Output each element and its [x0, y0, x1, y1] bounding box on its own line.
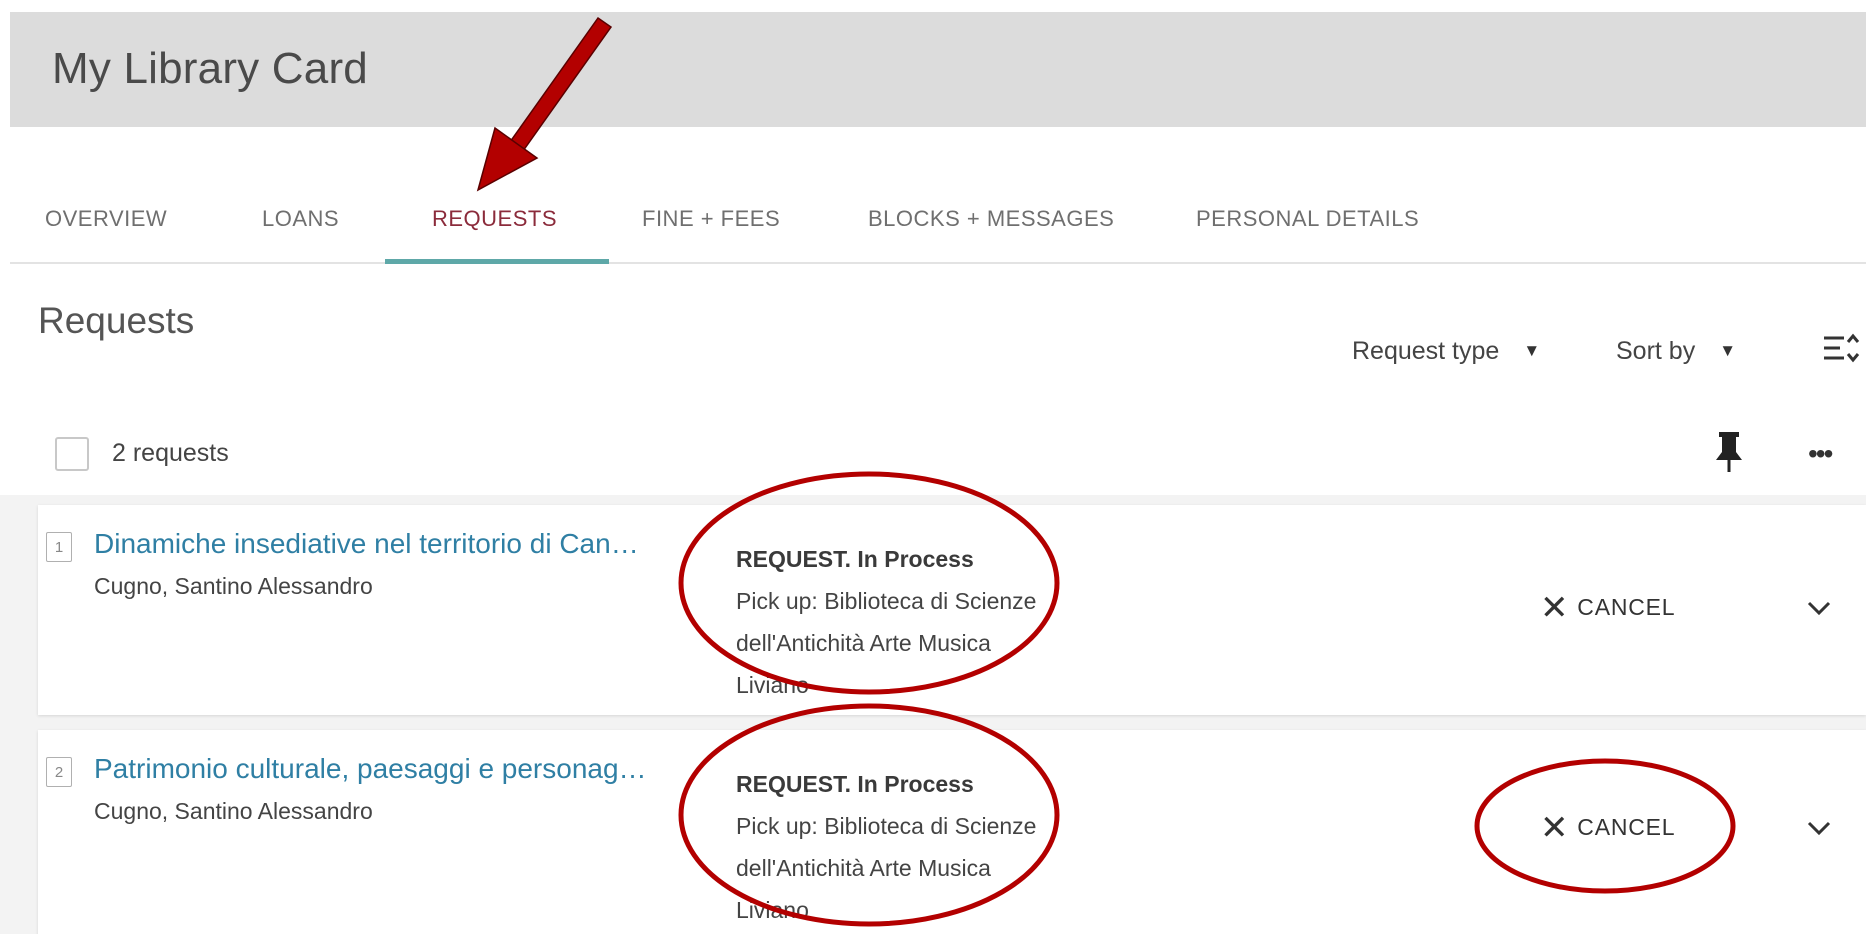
pickup-location-line3: Liviano	[736, 897, 809, 923]
select-all-checkbox[interactable]	[55, 437, 89, 471]
request-status-block: REQUEST. In Process Pick up: Biblioteca …	[736, 763, 1036, 931]
tab-requests[interactable]: REQUESTS	[432, 206, 557, 232]
page-header: My Library Card	[10, 12, 1866, 127]
request-item: 2 Patrimonio culturale, paesaggi e perso…	[38, 730, 1866, 934]
chevron-down-icon[interactable]	[1804, 593, 1834, 623]
item-title-link[interactable]: Patrimonio culturale, paesaggi e persona…	[94, 753, 647, 785]
cancel-button[interactable]: ✕ CANCEL	[1540, 588, 1675, 628]
section-title: Requests	[38, 300, 195, 341]
caret-down-icon: ▼	[1523, 341, 1541, 360]
caret-down-icon: ▼	[1719, 341, 1737, 360]
pickup-location-line2: dell'Antichità Arte Musica	[736, 855, 991, 881]
tab-loans[interactable]: LOANS	[262, 206, 339, 232]
cancel-button[interactable]: ✕ CANCEL	[1540, 808, 1675, 848]
pickup-location-line3: Liviano	[736, 672, 809, 698]
top-strip	[0, 0, 1866, 12]
request-type-label: Request type	[1352, 337, 1500, 365]
request-item: 1 Dinamiche insediative nel territorio d…	[38, 505, 1866, 715]
requests-count: 2 requests	[112, 439, 229, 467]
cancel-label: CANCEL	[1577, 814, 1676, 840]
pickup-location: Pick up: Biblioteca di Scienze	[736, 588, 1037, 614]
tab-fine-fees[interactable]: FINE + FEES	[642, 206, 780, 232]
page-title: My Library Card	[52, 44, 368, 93]
request-status-block: REQUEST. In Process Pick up: Biblioteca …	[736, 538, 1036, 706]
tab-blocks-messages[interactable]: BLOCKS + MESSAGES	[868, 206, 1114, 232]
item-author: Cugno, Santino Alessandro	[94, 573, 373, 599]
request-status: REQUEST. In Process	[736, 546, 974, 572]
close-icon: ✕	[1540, 809, 1570, 847]
page: My Library Card OVERVIEW LOANS REQUESTS …	[0, 0, 1866, 934]
item-author: Cugno, Santino Alessandro	[94, 798, 373, 824]
tab-bar: OVERVIEW LOANS REQUESTS FINE + FEES BLOC…	[10, 200, 1866, 264]
pickup-location-line2: dell'Antichità Arte Musica	[736, 630, 991, 656]
sort-by-filter[interactable]: Sort by ▼	[1616, 337, 1736, 366]
request-status: REQUEST. In Process	[736, 771, 974, 797]
pickup-location: Pick up: Biblioteca di Scienze	[736, 813, 1037, 839]
item-number: 2	[46, 757, 72, 787]
item-number: 1	[46, 532, 72, 562]
list-options-icon[interactable]	[1822, 328, 1862, 368]
chevron-down-icon[interactable]	[1804, 813, 1834, 843]
close-icon: ✕	[1540, 589, 1570, 627]
active-tab-indicator	[385, 259, 609, 264]
tab-personal-details[interactable]: PERSONAL DETAILS	[1196, 206, 1419, 232]
more-icon[interactable]: •••	[1808, 440, 1833, 468]
item-title-link[interactable]: Dinamiche insediative nel territorio di …	[94, 528, 639, 560]
cancel-label: CANCEL	[1577, 594, 1676, 620]
sort-by-label: Sort by	[1616, 337, 1696, 365]
request-type-filter[interactable]: Request type ▼	[1352, 337, 1540, 366]
pin-icon[interactable]	[1712, 430, 1746, 474]
tab-overview[interactable]: OVERVIEW	[45, 206, 167, 232]
